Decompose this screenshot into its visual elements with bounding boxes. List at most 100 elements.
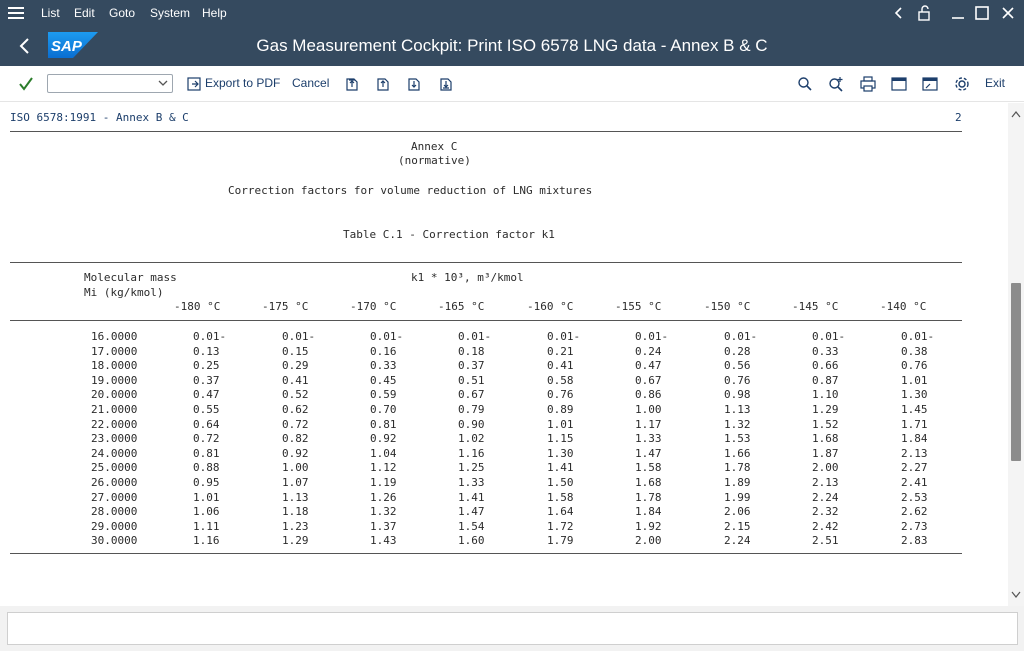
table-cell: 1.43 [370,534,397,548]
divider [10,262,962,263]
molecular-mass-cell: 27.0000 [91,490,138,504]
table-cell: 2.24 [724,534,751,548]
molecular-mass-cell: 23.0000 [91,432,138,446]
table-cell: 0.15 [282,344,309,358]
table-cell: 0.81 [370,417,397,431]
exit-button[interactable]: Exit [985,76,1005,90]
table-cell: 0.51 [458,373,485,387]
table-cell: 1.30 [901,388,928,402]
scroll-up-icon[interactable] [1010,109,1022,119]
menu-list[interactable]: List [41,6,60,20]
collapse-left-icon[interactable] [889,3,909,23]
menu-system[interactable]: System [150,6,190,20]
print-icon[interactable] [859,75,877,93]
table-cell: 1.29 [812,403,839,416]
maximize-icon[interactable] [972,3,992,23]
table-cell: 1.47 [635,446,662,460]
table-cell: 1.78 [635,490,662,504]
previous-page-icon[interactable] [374,75,392,93]
table-cell: 0.72 [193,432,220,446]
menu-edit[interactable]: Edit [74,6,95,20]
menu-goto[interactable]: Goto [109,6,135,20]
first-page-icon[interactable] [343,75,361,93]
close-icon[interactable] [998,3,1018,23]
table-cell: 2.62 [901,505,928,519]
unlock-icon[interactable] [914,3,934,23]
checkmark-icon[interactable] [17,75,35,93]
table-cell: 0.76 [547,388,574,402]
table-cell: 0.01- [282,330,316,343]
page-number: 2 [955,111,962,124]
table-cell: 1.12 [370,461,397,475]
table-cell: 0.76 [724,373,751,387]
table-cell: 1.18 [282,505,309,519]
menu-help[interactable]: Help [202,6,227,20]
minimize-icon[interactable] [948,3,968,23]
table-cell: 1.84 [635,505,662,519]
table-cell: 0.98 [724,388,751,402]
table-cell: 1.00 [282,461,309,475]
table-cell: 1.10 [812,388,839,402]
menu-icon[interactable] [8,5,24,21]
table-cell: 0.01- [724,330,758,343]
column-label-molecular-mass: Molecular mass [84,271,177,284]
last-page-icon[interactable] [437,75,455,93]
table-cell: 0.70 [370,403,397,416]
export-pdf-button[interactable]: Export to PDF [205,76,280,90]
table-cell: 1.53 [724,432,751,446]
next-page-icon[interactable] [405,75,423,93]
temperature-header: -160 °C [527,300,574,313]
table-cell: 1.58 [547,490,574,504]
vertical-scrollbar[interactable] [1008,103,1024,606]
table-cell: 1.87 [812,446,839,460]
table-cell: 1.32 [724,417,751,431]
molecular-mass-cell: 26.0000 [91,476,138,489]
export-pdf-icon[interactable] [186,75,204,93]
cancel-button[interactable]: Cancel [292,76,329,90]
table-cell: 0.58 [547,373,574,387]
temperature-header: -150 °C [704,300,751,313]
molecular-mass-cell: 18.0000 [91,359,138,373]
table-cell: 1.47 [458,505,485,519]
table-cell: 1.00 [635,403,662,416]
table-cell: 1.89 [724,476,751,489]
table-cell: 0.13 [193,344,220,358]
table-cell: 0.01- [812,330,846,343]
new-window-icon[interactable] [890,75,908,93]
annex-heading: Annex C [411,140,458,153]
table-cell: 1.01 [547,417,574,431]
table-cell: 1.92 [635,519,662,533]
scroll-down-icon[interactable] [1010,590,1022,600]
table-cell: 0.01- [635,330,669,343]
status-bar [0,606,1024,651]
settings-gear-icon[interactable] [953,75,971,93]
table-cell: 0.29 [282,359,309,373]
table-cell: 1.41 [458,490,485,504]
search-icon[interactable] [796,75,814,93]
table-cell: 0.25 [193,359,220,373]
chevron-down-icon[interactable] [157,77,169,89]
table-cell: 2.00 [812,461,839,475]
table-cell: 0.18 [458,344,485,358]
table-cell: 1.79 [547,534,574,548]
table-cell: 0.01- [193,330,227,343]
table-cell: 2.13 [901,446,928,460]
table-cell: 1.45 [901,403,928,416]
temperature-header: -145 °C [792,300,839,313]
scrollbar-thumb[interactable] [1011,283,1021,461]
subtitle: Correction factors for volume reduction … [228,184,593,197]
table-cell: 1.26 [370,490,397,504]
table-cell: 0.62 [282,403,309,416]
table-cell: 0.59 [370,388,397,402]
table-cell: 2.41 [901,476,928,489]
command-field[interactable] [47,74,173,93]
table-cell: 1.32 [370,505,397,519]
search-next-icon[interactable] [827,75,845,93]
create-shortcut-icon[interactable] [921,75,939,93]
normative-label: (normative) [398,154,471,167]
table-cell: 2.83 [901,534,928,548]
table-cell: 1.54 [458,519,485,533]
table-cell: 1.68 [812,432,839,446]
table-cell: 1.33 [458,476,485,489]
table-cell: 1.68 [635,476,662,489]
